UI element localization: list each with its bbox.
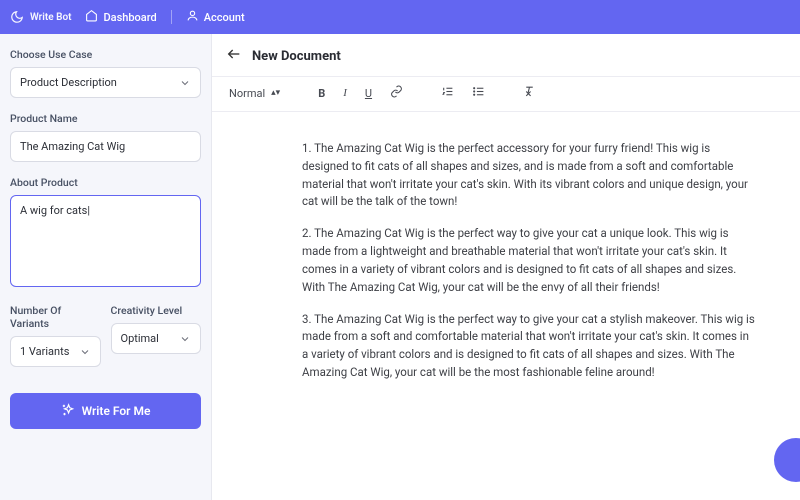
variants-select[interactable]: 1 Variants [10, 336, 101, 367]
about-product-textarea[interactable] [10, 195, 201, 287]
nav-account[interactable]: Account [184, 5, 247, 29]
underline-button[interactable]: U [362, 85, 375, 102]
nav-separator [171, 10, 172, 24]
chevron-down-icon [79, 346, 91, 358]
chevron-down-icon [179, 333, 191, 345]
product-name-label: Product Name [10, 112, 201, 125]
write-for-me-button[interactable]: Write For Me [10, 393, 201, 429]
link-icon [390, 85, 403, 101]
creativity-value: Optimal [121, 332, 159, 345]
home-icon [85, 9, 98, 25]
doc-title: New Document [252, 49, 341, 64]
nav-dashboard-label: Dashboard [103, 11, 156, 24]
italic-button[interactable]: I [340, 85, 350, 101]
variants-label: Number Of Variants [10, 304, 101, 330]
top-nav: Write Bot Dashboard Account [0, 0, 800, 34]
back-button[interactable] [226, 46, 242, 66]
format-label: Normal [229, 87, 265, 100]
editor-content[interactable]: 1. The Amazing Cat Wig is the perfect ac… [212, 112, 800, 500]
nav-dashboard[interactable]: Dashboard [83, 5, 158, 29]
editor: New Document Normal ▴▾ B I U [212, 34, 800, 500]
logo-icon [10, 10, 24, 24]
use-case-value: Product Description [20, 76, 117, 89]
use-case-label: Choose Use Case [10, 48, 201, 61]
link-button[interactable] [387, 83, 406, 103]
clear-format-button[interactable] [520, 83, 539, 103]
magic-icon [61, 403, 75, 420]
about-product-label: About Product [10, 176, 201, 189]
output-paragraph: 2. The Amazing Cat Wig is the perfect wa… [302, 225, 758, 296]
brand-name: Write Bot [30, 12, 71, 23]
clear-format-icon [523, 85, 536, 101]
use-case-select[interactable]: Product Description [10, 67, 201, 98]
arrow-left-icon [226, 46, 242, 66]
sort-icon: ▴▾ [271, 89, 280, 98]
editor-toolbar: Normal ▴▾ B I U [212, 77, 800, 112]
output-paragraph: 1. The Amazing Cat Wig is the perfect ac… [302, 140, 758, 211]
nav-account-label: Account [204, 11, 245, 24]
ordered-list-button[interactable] [438, 83, 457, 103]
list-ordered-icon [441, 85, 454, 101]
creativity-select[interactable]: Optimal [111, 323, 202, 354]
creativity-label: Creativity Level [111, 304, 202, 317]
format-select[interactable]: Normal ▴▾ [226, 85, 283, 102]
doc-header: New Document [212, 34, 800, 77]
bold-button[interactable]: B [315, 85, 328, 102]
user-icon [186, 9, 199, 25]
unordered-list-button[interactable] [469, 83, 488, 103]
brand: Write Bot [10, 10, 71, 24]
cta-label: Write For Me [82, 404, 151, 418]
chevron-down-icon [179, 77, 191, 89]
variants-value: 1 Variants [20, 345, 69, 358]
list-unordered-icon [472, 85, 485, 101]
output-paragraph: 3. The Amazing Cat Wig is the perfect wa… [302, 311, 758, 382]
sidebar: Choose Use Case Product Description Prod… [0, 34, 212, 500]
product-name-input[interactable] [10, 131, 201, 162]
